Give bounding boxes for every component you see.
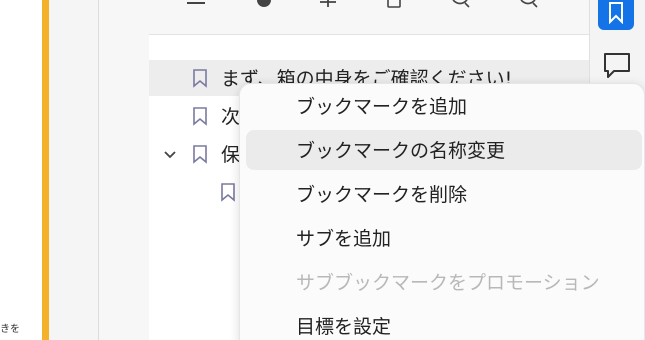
bookmark-icon — [221, 183, 235, 202]
chevron-down-icon[interactable] — [163, 150, 177, 160]
delete-icon[interactable] — [383, 0, 405, 8]
menu-item-label: 目標を設定 — [296, 316, 392, 338]
bookmark-label: 次 — [221, 106, 241, 128]
bookmark-icon — [193, 145, 207, 164]
comment-icon[interactable] — [602, 50, 632, 80]
menu-item-set-destination[interactable]: 目標を設定 — [246, 306, 642, 340]
document-page: きを — [0, 0, 42, 340]
search-next-icon[interactable] — [517, 0, 539, 8]
bookmarks-tool-button[interactable] — [598, 0, 634, 30]
menu-item-label: サブを追加 — [296, 228, 392, 250]
bookmarks-icon — [609, 2, 623, 24]
add-bookmark-icon[interactable] — [253, 0, 275, 8]
menu-item-add-sub[interactable]: サブを追加 — [246, 218, 642, 258]
menu-item-promote-sub-bookmark: サブブックマークをプロモーション — [246, 262, 642, 302]
menu-icon[interactable] — [185, 0, 207, 8]
menu-item-rename-bookmark[interactable]: ブックマークの名称変更 — [246, 130, 642, 170]
bookmarks-toolbar — [149, 0, 589, 34]
menu-item-label: ブックマークを削除 — [296, 184, 468, 206]
document-page-edge — [42, 0, 49, 340]
menu-item-label: ブックマークの名称変更 — [296, 140, 506, 162]
search-icon[interactable] — [449, 0, 471, 8]
bookmark-icon — [193, 69, 207, 88]
bookmark-label: 保 — [221, 144, 241, 166]
promote-icon[interactable] — [317, 0, 339, 8]
menu-item-label: サブブックマークをプロモーション — [296, 272, 600, 294]
bookmark-context-menu: ブックマークを追加 ブックマークの名称変更 ブックマークを削除 サブを追加 サブ… — [239, 83, 645, 340]
panel-left-strip — [99, 0, 149, 340]
menu-item-add-bookmark[interactable]: ブックマークを追加 — [246, 86, 642, 126]
menu-item-delete-bookmark[interactable]: ブックマークを削除 — [246, 174, 642, 214]
document-text-fragment: きを — [0, 324, 20, 335]
menu-item-label: ブックマークを追加 — [296, 96, 468, 118]
document-gutter — [49, 0, 98, 340]
toolbar-separator — [149, 34, 589, 35]
bookmark-icon — [193, 107, 207, 126]
